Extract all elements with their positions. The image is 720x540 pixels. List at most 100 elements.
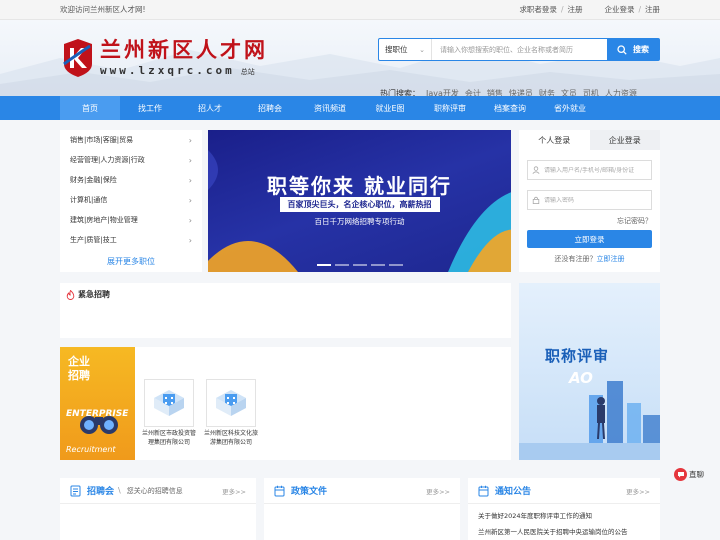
forgot-password-link[interactable]: 忘记密码？ xyxy=(519,216,660,226)
no-account-text: 还没有注册？ xyxy=(554,255,597,263)
banner-subtitle: 百日千万网络招聘专项行动 xyxy=(314,217,405,226)
chevron-right-icon: › xyxy=(188,215,192,225)
nav-item-find-job[interactable]: 找工作 xyxy=(120,96,180,120)
nav-item-job-map[interactable]: 就业E图 xyxy=(360,96,420,120)
banner-ribbon: 百家顶尖巨头，名企核心职位，高薪热招 xyxy=(279,197,440,212)
hot-search-item[interactable]: 人力资源 xyxy=(605,88,637,96)
company-card[interactable]: 兰州新区科技文化旅游集团有限公司 xyxy=(204,379,258,447)
hot-search-item[interactable]: 销售 xyxy=(487,88,503,96)
hot-search-item[interactable]: 快递员 xyxy=(509,88,533,96)
expand-more-jobs-link[interactable]: 展开更多职位 xyxy=(60,250,202,272)
more-link[interactable]: 更多>> xyxy=(626,486,650,496)
username-input[interactable] xyxy=(544,166,647,174)
hot-search-item[interactable]: 财务 xyxy=(539,88,555,96)
category-label: 计算机|通信 xyxy=(70,196,108,204)
nav-item-out-of-province[interactable]: 省外就业 xyxy=(540,96,600,120)
carousel-dot[interactable] xyxy=(388,264,403,266)
section-title: 通知公告 xyxy=(495,487,532,497)
live-chat-label: 直聊 xyxy=(689,469,704,479)
hot-search-item[interactable]: 文员 xyxy=(561,88,577,96)
urgent-recruitment-panel: 紧急招聘 xyxy=(60,283,511,338)
nav-item-news[interactable]: 资讯频道 xyxy=(300,96,360,120)
seeker-register-link[interactable]: 注册 xyxy=(567,4,582,15)
hot-search-item[interactable]: 会计 xyxy=(465,88,481,96)
company-register-link[interactable]: 注册 xyxy=(645,4,660,15)
logo-title: 兰州新区人才网 xyxy=(100,37,268,62)
search-bar: 搜职位 ⌄ 搜索 xyxy=(378,38,660,61)
category-item[interactable]: 经营管理|人力资源|行政 › xyxy=(60,150,202,170)
enterprise-cn-label: 企业招聘 xyxy=(68,355,90,382)
logo-station: 总站 xyxy=(240,68,255,76)
separator: / xyxy=(560,5,564,14)
nav-item-job-fair[interactable]: 招聘会 xyxy=(240,96,300,120)
search-type-select[interactable]: 搜职位 ⌄ xyxy=(379,39,432,60)
category-item[interactable]: 生产|质管|技工 › xyxy=(60,230,202,250)
chevron-down-icon: ⌄ xyxy=(419,45,425,54)
chevron-right-icon: › xyxy=(188,135,192,145)
carousel-dot[interactable] xyxy=(370,264,385,266)
urgent-title: 紧急招聘 xyxy=(78,290,110,299)
hot-search-item[interactable]: Java开发 xyxy=(426,88,459,96)
notice-item[interactable]: 关于做好2024年度职称评审工作的通知 xyxy=(468,510,660,520)
nav-item-archive-query[interactable]: 档案查询 xyxy=(480,96,540,120)
username-field xyxy=(527,160,652,180)
chevron-right-icon: › xyxy=(188,175,192,185)
category-label: 销售|市场|客服|贸易 xyxy=(70,136,134,144)
hot-search-item[interactable]: 司机 xyxy=(583,88,599,96)
document-icon xyxy=(70,485,81,496)
nav-item-home[interactable]: 首页 xyxy=(60,96,120,120)
carousel-dot[interactable] xyxy=(352,264,367,266)
carousel-dot[interactable] xyxy=(316,264,331,266)
building-icon xyxy=(216,390,246,416)
category-label: 财务|金融|保险 xyxy=(70,176,117,184)
live-chat-button[interactable]: 直聊 xyxy=(674,466,704,482)
carousel-dot[interactable] xyxy=(334,264,349,266)
company-login-link[interactable]: 企业登录 xyxy=(604,4,634,15)
seeker-login-link[interactable]: 求职者登录 xyxy=(519,4,557,15)
top-bar: 欢迎访问兰州新区人才网! 求职者登录 / 注册 企业登录 / 注册 xyxy=(0,0,720,20)
notice-item[interactable]: 兰州新区第一人民医院关于招聘中央运输岗位的公告 xyxy=(468,526,660,536)
chevron-right-icon: › xyxy=(188,235,192,245)
tab-company-login[interactable]: 企业登录 xyxy=(589,130,660,150)
enterprise-en-label: ENTERPRISE xyxy=(66,409,129,419)
login-panel: 个人登录 企业登录 忘记密码？ 立即登录 还没有注册？立即注册 xyxy=(519,130,660,272)
company-name: 兰州新区科技文化旅游集团有限公司 xyxy=(204,430,259,446)
building-icon xyxy=(154,390,184,416)
title-review-banner[interactable]: 职称评审 AO xyxy=(519,283,660,460)
lock-icon xyxy=(532,196,540,204)
nav-item-title-review[interactable]: 职称评审 xyxy=(420,96,480,120)
login-tabs: 个人登录 企业登录 xyxy=(519,130,660,150)
urgent-header: 紧急招聘 xyxy=(60,283,511,306)
calendar-icon xyxy=(274,485,285,496)
login-button[interactable]: 立即登录 xyxy=(527,230,652,248)
top-links: 求职者登录 / 注册 企业登录 / 注册 xyxy=(519,4,660,15)
register-link[interactable]: 立即注册 xyxy=(597,255,625,263)
section-title: 招聘会 xyxy=(87,487,115,497)
section-header: 招聘会 \ 您关心的招聘信息 更多>> xyxy=(60,478,256,504)
search-input[interactable] xyxy=(432,39,607,60)
tab-personal-login[interactable]: 个人登录 xyxy=(519,130,590,150)
section-desc: 您关心的招聘信息 xyxy=(126,486,183,495)
search-button-label: 搜索 xyxy=(633,45,649,54)
user-icon xyxy=(532,166,540,174)
enterprise-recruitment-tag: 企业招聘 ENTERPRISE Recruitment xyxy=(60,347,135,460)
more-link[interactable]: 更多>> xyxy=(426,486,450,496)
hero-banner[interactable]: 职等你来 就业同行 百家顶尖巨头，名企核心职位，高薪热招 百日千万网络招聘专项行… xyxy=(208,130,511,272)
hot-searches: 热门搜索： Java开发 会计 销售 快递员 财务 文员 司机 人力资源 xyxy=(380,88,637,96)
company-card[interactable]: 兰州新区市政投资管理集团有限公司 xyxy=(142,379,196,447)
password-field xyxy=(527,190,652,210)
site-logo[interactable]: 兰州新区人才网 www.lzxqrc.com 总站 xyxy=(60,38,268,78)
enterprise-recruitment-panel: 企业招聘 ENTERPRISE Recruitment 兰州新区市政投资管理集团… xyxy=(60,347,511,460)
category-item[interactable]: 销售|市场|客服|贸易 › xyxy=(60,130,202,150)
search-icon xyxy=(617,44,627,55)
nav-item-recruit[interactable]: 招人才 xyxy=(180,96,240,120)
welcome-text: 欢迎访问兰州新区人才网! xyxy=(60,5,146,14)
category-item[interactable]: 建筑|房地产|物业管理 › xyxy=(60,210,202,230)
category-item[interactable]: 计算机|通信 › xyxy=(60,190,202,210)
category-item[interactable]: 财务|金融|保险 › xyxy=(60,170,202,190)
chat-bubble-icon xyxy=(674,467,687,481)
password-input[interactable] xyxy=(544,196,647,204)
search-button[interactable]: 搜索 xyxy=(607,39,659,60)
notice-section: 通知公告 更多>> 关于做好2024年度职称评审工作的通知 兰州新区第一人民医院… xyxy=(468,478,660,540)
more-link[interactable]: 更多>> xyxy=(222,486,246,496)
